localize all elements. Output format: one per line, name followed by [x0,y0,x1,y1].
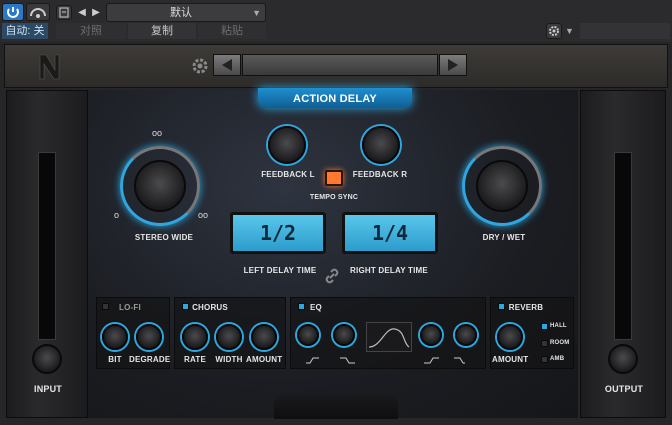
preset-dropdown[interactable]: 默认 ▼ [106,3,266,22]
rate-label: RATE [184,355,206,364]
reverb-toggle[interactable] [498,303,505,310]
power-icon [7,7,19,18]
chevron-down-icon: ▼ [252,8,261,18]
arrow-left-icon [222,59,232,71]
power-button[interactable] [2,3,24,21]
feedback-r-label: FEEDBACK R [352,170,408,179]
prev-preset-button[interactable]: ◀ [76,5,88,20]
hall-radio[interactable] [541,323,548,330]
degrade-label: DEGRADE [129,355,171,364]
prev-button[interactable] [213,54,241,76]
stereo-link-icon: oo [152,128,163,138]
mono-dot-icon: o [114,210,120,220]
hall-label: HALL [550,323,567,329]
left-delay-label: LEFT DELAY TIME [243,266,317,275]
plugin-title: ACTION DELAY [293,93,377,105]
lofi-toggle[interactable] [102,303,109,310]
stereo-wide-label: STEREO WIDE [134,233,194,242]
automation-icon [30,8,46,18]
compare-button[interactable]: 对照 [56,23,126,39]
reverb-title: REVERB [508,303,544,312]
document-icon [59,7,69,18]
width-knob[interactable] [216,324,242,350]
degrade-knob[interactable] [136,324,162,350]
width-label: WIDTH [215,355,243,364]
rate-knob[interactable] [182,324,208,350]
gear-icon[interactable] [190,56,210,76]
left-delay-display[interactable]: 1/2 [230,212,326,254]
gear-icon [549,26,559,36]
auto-status[interactable]: 自动: 关 [2,23,48,39]
eq-low-cut-knob[interactable] [333,324,355,346]
copy-button[interactable]: 复制 [128,23,196,39]
settings-button[interactable] [546,23,562,39]
amb-label: AMB [550,356,565,362]
eq-low-shelf-knob[interactable] [297,324,319,346]
preset-name: 默认 [170,7,192,19]
bit-knob[interactable] [102,324,128,350]
paste-button[interactable]: 粘贴 [198,23,266,39]
preset-menu-button[interactable] [56,5,72,20]
output-meter [614,152,632,340]
input-meter [38,152,56,340]
link-icon[interactable] [322,266,342,286]
chorus-toggle[interactable] [182,303,189,310]
room-label: ROOM [550,340,570,346]
amb-radio[interactable] [541,356,548,363]
tempo-sync-label: TEMPO SYNC [309,194,359,201]
feedback-l-label: FEEDBACK L [261,170,315,179]
next-button[interactable] [439,54,467,76]
reverb-amount-label: AMOUNT [492,355,529,364]
input-knob[interactable] [32,344,62,374]
eq-high-shelf-knob[interactable] [455,324,477,346]
dry-wet-knob[interactable] [476,160,528,212]
eq-filter-shape-icons [306,357,465,364]
brand-logo-icon [39,54,60,80]
reverb-amount-knob[interactable] [497,324,523,350]
host-empty-slot [580,23,670,39]
automation-button[interactable] [26,3,50,21]
bit-label: BIT [108,355,122,364]
preset-display[interactable] [242,54,438,76]
lofi-title: LO-FI [119,303,141,312]
feedback-r-knob[interactable] [362,126,400,164]
room-radio[interactable] [541,340,548,347]
plugin-header [4,44,668,88]
right-delay-label: RIGHT DELAY TIME [350,266,428,275]
input-label: INPUT [34,384,62,394]
eq-title: EQ [310,303,322,312]
eq-curve-icon [368,328,410,348]
eq-curve-display [366,322,412,352]
output-knob[interactable] [608,344,638,374]
chorus-amount-knob[interactable] [251,324,277,350]
settings-chevron-icon[interactable]: ▼ [565,23,577,39]
arrow-right-icon [448,59,458,71]
wide-dots-icon: oo [198,210,209,220]
feedback-l-knob[interactable] [268,126,306,164]
tempo-sync-button[interactable] [325,170,343,186]
host-toolbar: ◀ ▶ 默认 ▼ 自动: 关 对照 复制 粘贴 ▼ [0,0,672,43]
dry-wet-label: DRY / WET [482,233,526,242]
bottom-tab [274,395,398,419]
eq-high-cut-knob[interactable] [420,324,442,346]
output-label: OUTPUT [604,384,644,394]
right-delay-display[interactable]: 1/4 [342,212,438,254]
chorus-title: CHORUS [192,303,228,312]
eq-toggle[interactable] [298,303,305,310]
chorus-amount-label: AMOUNT [246,355,283,364]
stereo-wide-knob[interactable] [134,160,186,212]
next-preset-button[interactable]: ▶ [90,5,102,20]
